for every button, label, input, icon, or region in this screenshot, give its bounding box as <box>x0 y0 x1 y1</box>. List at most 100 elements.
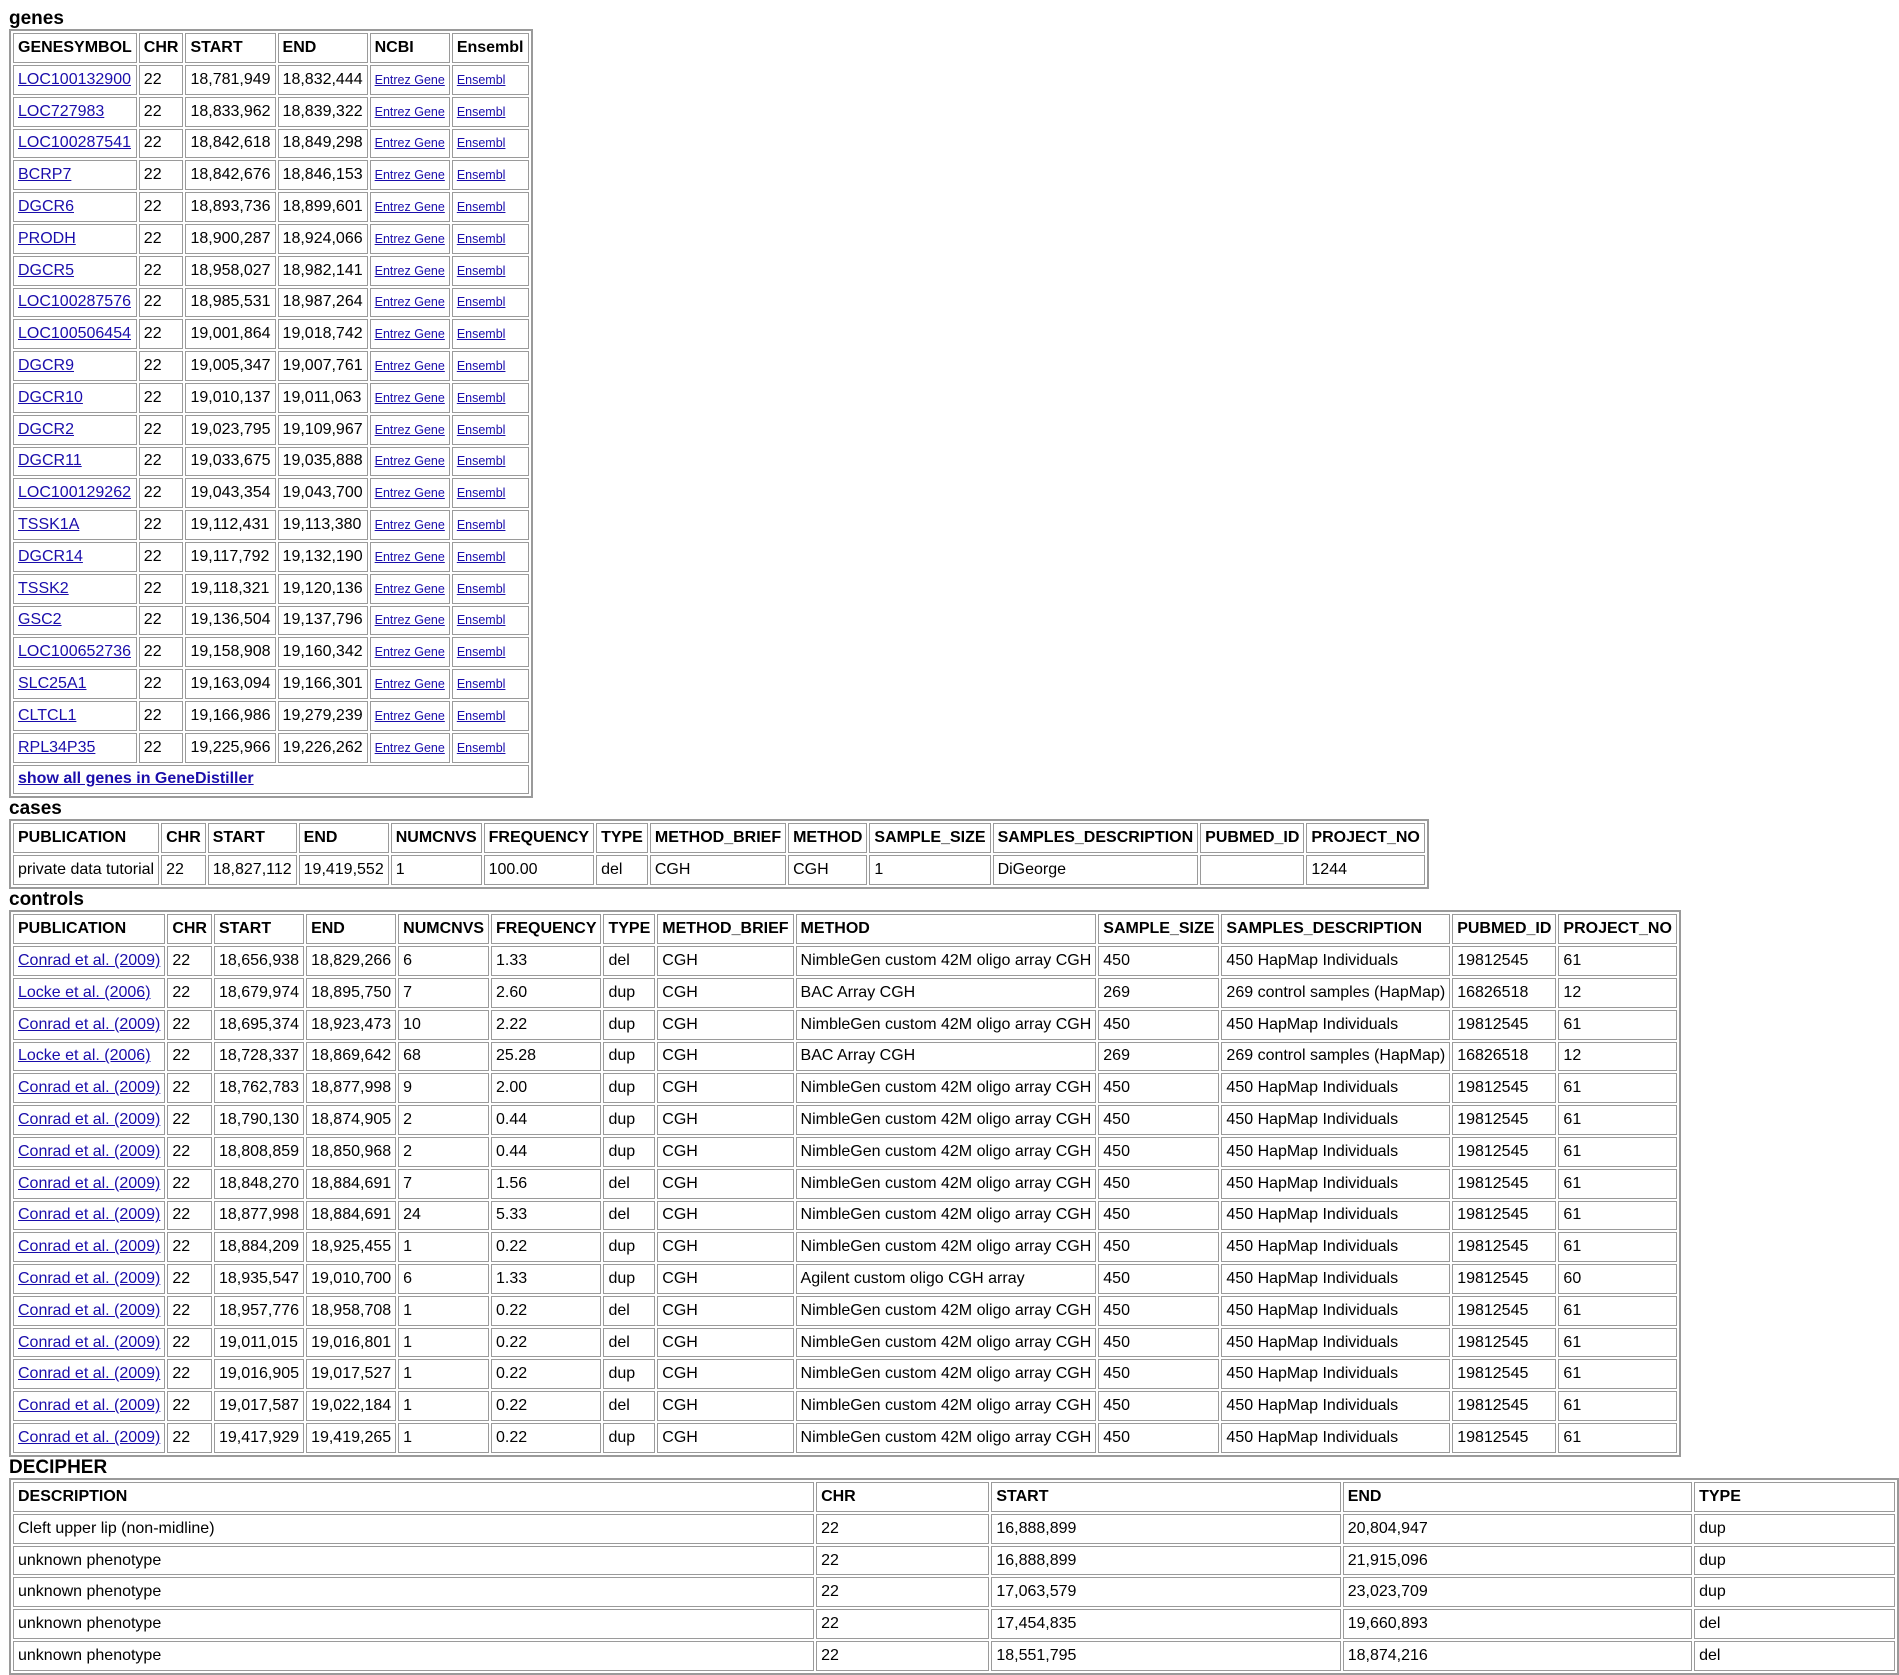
gene-symbol-link[interactable]: LOC100652736 <box>18 643 131 660</box>
controls-publication-cell: Conrad et al. (2009) <box>13 1423 166 1453</box>
gene-symbol-link[interactable]: GSC2 <box>18 611 62 628</box>
show-all-genes-link[interactable]: show all genes in GeneDistiller <box>18 770 254 787</box>
gene-ensembl-cell: Ensembl <box>451 128 529 159</box>
entrez-gene-link[interactable]: Entrez Gene <box>375 264 445 278</box>
entrez-gene-link[interactable]: Entrez Gene <box>375 391 445 405</box>
publication-link[interactable]: Conrad et al. (2009) <box>18 1397 160 1414</box>
gene-symbol-link[interactable]: DGCR14 <box>18 548 83 565</box>
ensembl-link[interactable]: Ensembl <box>457 295 506 309</box>
controls-numcnvs-cell: 2 <box>398 1136 490 1167</box>
gene-symbol-link[interactable]: TSSK1A <box>18 516 79 533</box>
entrez-gene-link[interactable]: Entrez Gene <box>375 454 445 468</box>
controls-method-cell: NimbleGen custom 42M oligo array CGH <box>795 1423 1097 1453</box>
controls-sample-size-cell: 450 <box>1098 1105 1220 1135</box>
publication-link[interactable]: Conrad et al. (2009) <box>18 1143 160 1160</box>
decipher-row: Cleft upper lip (non-midline) 22 16,888,89… <box>13 1513 1895 1544</box>
ensembl-link[interactable]: Ensembl <box>457 454 506 468</box>
publication-link[interactable]: Conrad et al. (2009) <box>18 1016 160 1033</box>
gene-symbol-link[interactable]: LOC100132900 <box>18 71 131 88</box>
publication-link[interactable]: Conrad et al. (2009) <box>18 1365 160 1382</box>
controls-end-cell: 18,850,968 <box>306 1136 397 1167</box>
gene-symbol-link[interactable]: LOC100287576 <box>18 293 131 310</box>
ensembl-link[interactable]: Ensembl <box>457 486 506 500</box>
gene-symbol-link[interactable]: DGCR9 <box>18 357 74 374</box>
ensembl-link[interactable]: Ensembl <box>457 423 506 437</box>
publication-link[interactable]: Locke et al. (2006) <box>18 984 151 1001</box>
ensembl-link[interactable]: Ensembl <box>457 264 506 278</box>
entrez-gene-link[interactable]: Entrez Gene <box>375 105 445 119</box>
controls-col-method-brief: METHOD_BRIEF <box>657 914 794 945</box>
entrez-gene-link[interactable]: Entrez Gene <box>375 168 445 182</box>
gene-chr-cell: 22 <box>138 605 184 636</box>
entrez-gene-link[interactable]: Entrez Gene <box>375 136 445 150</box>
controls-sample-size-cell: 450 <box>1098 1423 1220 1453</box>
gene-symbol-link[interactable]: DGCR5 <box>18 262 74 279</box>
ensembl-link[interactable]: Ensembl <box>457 232 506 246</box>
entrez-gene-link[interactable]: Entrez Gene <box>375 582 445 596</box>
entrez-gene-link[interactable]: Entrez Gene <box>375 709 445 723</box>
gene-symbol-link[interactable]: DGCR6 <box>18 198 74 215</box>
gene-symbol-link[interactable]: LOC100287541 <box>18 134 131 151</box>
ensembl-link[interactable]: Ensembl <box>457 518 506 532</box>
entrez-gene-link[interactable]: Entrez Gene <box>375 645 445 659</box>
ensembl-link[interactable]: Ensembl <box>457 327 506 341</box>
ensembl-link[interactable]: Ensembl <box>457 582 506 596</box>
entrez-gene-link[interactable]: Entrez Gene <box>375 486 445 500</box>
ensembl-link[interactable]: Ensembl <box>457 645 506 659</box>
entrez-gene-link[interactable]: Entrez Gene <box>375 550 445 564</box>
publication-link[interactable]: Conrad et al. (2009) <box>18 1429 160 1446</box>
entrez-gene-link[interactable]: Entrez Gene <box>375 295 445 309</box>
gene-symbol-link[interactable]: LOC727983 <box>18 103 104 120</box>
entrez-gene-link[interactable]: Entrez Gene <box>375 327 445 341</box>
gene-chr-cell: 22 <box>138 319 184 350</box>
publication-link[interactable]: Conrad et al. (2009) <box>18 1111 160 1128</box>
gene-symbol-link[interactable]: SLC25A1 <box>18 675 87 692</box>
entrez-gene-link[interactable]: Entrez Gene <box>375 359 445 373</box>
publication-link[interactable]: Conrad et al. (2009) <box>18 952 160 969</box>
ensembl-link[interactable]: Ensembl <box>457 200 506 214</box>
publication-link[interactable]: Conrad et al. (2009) <box>18 1334 160 1351</box>
gene-symbol-link[interactable]: CLTCL1 <box>18 707 76 724</box>
gene-symbol-link[interactable]: RPL34P35 <box>18 739 95 756</box>
ensembl-link[interactable]: Ensembl <box>457 73 506 87</box>
gene-end-cell: 18,832,444 <box>277 65 368 95</box>
ensembl-link[interactable]: Ensembl <box>457 136 506 150</box>
ensembl-link[interactable]: Ensembl <box>457 741 506 755</box>
entrez-gene-link[interactable]: Entrez Gene <box>375 423 445 437</box>
gene-symbol-link[interactable]: LOC100129262 <box>18 484 131 501</box>
gene-symbol-link[interactable]: TSSK2 <box>18 580 69 597</box>
gene-symbol-link[interactable]: DGCR11 <box>18 452 82 469</box>
controls-end-cell: 19,419,265 <box>306 1423 397 1453</box>
entrez-gene-link[interactable]: Entrez Gene <box>375 73 445 87</box>
publication-link[interactable]: Conrad et al. (2009) <box>18 1238 160 1255</box>
ensembl-link[interactable]: Ensembl <box>457 391 506 405</box>
cases-start-cell: 18,827,112 <box>207 855 297 886</box>
publication-link[interactable]: Conrad et al. (2009) <box>18 1175 160 1192</box>
gene-row: LOC100287576 22 18,985,531 18,987,264 Entrez… <box>13 287 529 318</box>
publication-link[interactable]: Conrad et al. (2009) <box>18 1270 160 1287</box>
publication-link[interactable]: Conrad et al. (2009) <box>18 1206 160 1223</box>
entrez-gene-link[interactable]: Entrez Gene <box>375 677 445 691</box>
entrez-gene-link[interactable]: Entrez Gene <box>375 741 445 755</box>
ensembl-link[interactable]: Ensembl <box>457 709 506 723</box>
publication-link[interactable]: Conrad et al. (2009) <box>18 1079 160 1096</box>
gene-symbol-link[interactable]: DGCR10 <box>18 389 83 406</box>
ensembl-link[interactable]: Ensembl <box>457 105 506 119</box>
entrez-gene-link[interactable]: Entrez Gene <box>375 232 445 246</box>
ensembl-link[interactable]: Ensembl <box>457 550 506 564</box>
entrez-gene-link[interactable]: Entrez Gene <box>375 200 445 214</box>
gene-symbol-link[interactable]: DGCR2 <box>18 421 74 438</box>
ensembl-link[interactable]: Ensembl <box>457 677 506 691</box>
gene-symbol-link[interactable]: LOC100506454 <box>18 325 131 342</box>
ensembl-link[interactable]: Ensembl <box>457 359 506 373</box>
gene-symbol-link[interactable]: PRODH <box>18 230 76 247</box>
decipher-start-cell: 17,454,835 <box>991 1609 1341 1640</box>
gene-symbol-link[interactable]: BCRP7 <box>18 166 71 183</box>
publication-link[interactable]: Conrad et al. (2009) <box>18 1302 160 1319</box>
ensembl-link[interactable]: Ensembl <box>457 613 506 627</box>
gene-symbol-cell: DGCR5 <box>13 255 137 286</box>
entrez-gene-link[interactable]: Entrez Gene <box>375 518 445 532</box>
entrez-gene-link[interactable]: Entrez Gene <box>375 613 445 627</box>
ensembl-link[interactable]: Ensembl <box>457 168 506 182</box>
publication-link[interactable]: Locke et al. (2006) <box>18 1047 151 1064</box>
